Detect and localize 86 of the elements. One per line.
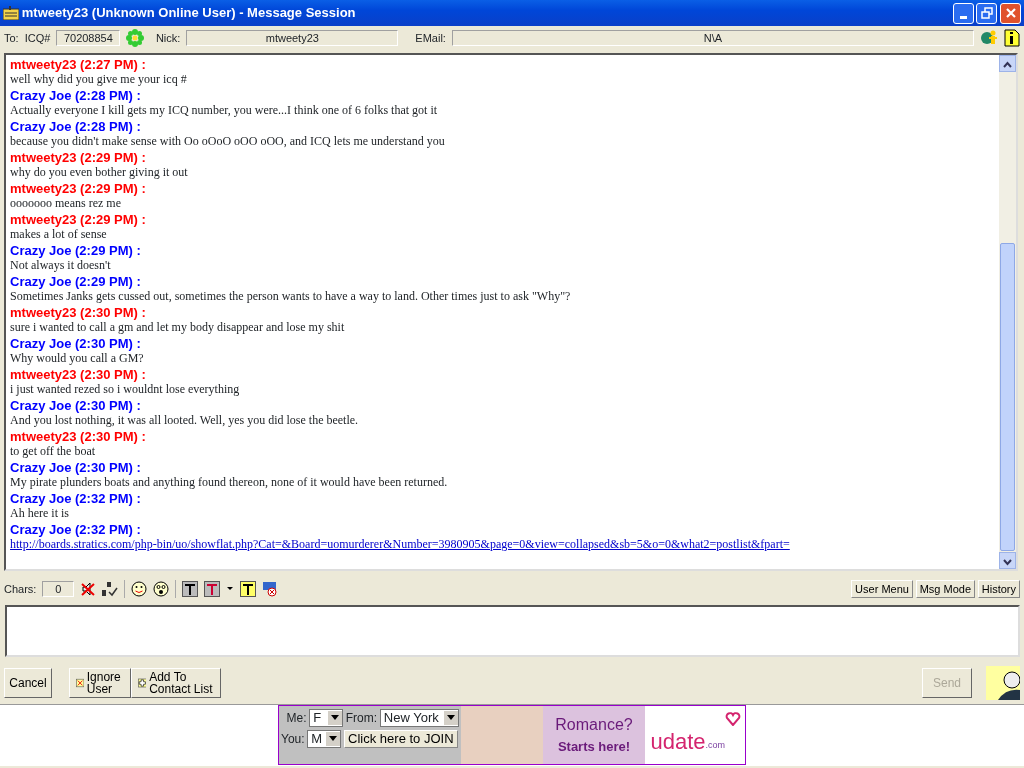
flower-icon xyxy=(126,29,145,47)
scrollbar[interactable] xyxy=(999,54,1016,569)
toolbar-button[interactable]: User Menu xyxy=(851,579,913,598)
message-sender: mtweety23 (2:29 PM) : xyxy=(10,211,147,228)
dropdown-field[interactable]: F xyxy=(309,708,343,727)
message-text: Not always it doesn't xyxy=(10,258,112,274)
message-sender: mtweety23 (2:30 PM) : xyxy=(10,366,147,383)
icq-label: ICQ# xyxy=(24,30,51,46)
heart-icon xyxy=(725,711,742,726)
minimize-button[interactable] xyxy=(952,2,974,24)
message-text: why do you even bother giving it out xyxy=(10,165,189,181)
plus-icon xyxy=(137,675,147,690)
dropdown-field[interactable]: M xyxy=(307,729,342,748)
message-text: Actually everyone I kill gets my ICQ number, you were...I think one of 6 folks that got it xyxy=(10,103,439,119)
clear-format-icon[interactable] xyxy=(262,580,279,597)
message-text: because you didn't make sense with Oo oOoO oOO oOO, and ICQ lets me understand you xyxy=(10,134,446,150)
to-label: To: xyxy=(4,30,19,46)
icq-number-field: 70208854 xyxy=(56,30,121,46)
message-text: Why would you call a GM? xyxy=(10,351,145,367)
window-title: mtweety23 (Unknown Online User) - Message Session xyxy=(21,4,357,23)
caret-icon xyxy=(330,715,339,721)
window-app-icon xyxy=(3,6,19,20)
message-sender: Crazy Joe (2:30 PM) : xyxy=(10,459,142,476)
cancel-button[interactable]: Cancel xyxy=(4,667,52,698)
message-text: well why did you give me your icq # xyxy=(10,72,188,88)
message-sender: Crazy Joe (2:32 PM) : xyxy=(10,490,142,507)
message-text: i just wanted rezed so i wouldnt lose everything xyxy=(10,382,241,398)
text-color-icon[interactable] xyxy=(204,580,221,597)
email-field: N\A xyxy=(451,30,974,46)
message-sender: Crazy Joe (2:30 PM) : xyxy=(10,397,142,414)
message-text: Ah here it is xyxy=(10,506,70,522)
message-text: And you lost nothing, it was all looted. Well, yes you did lose the beetle. xyxy=(10,413,360,429)
restore-icon xyxy=(980,7,993,19)
restore-button[interactable] xyxy=(976,2,998,24)
info-document-icon[interactable] xyxy=(1004,29,1020,47)
toolbar-button[interactable]: Msg Mode xyxy=(915,579,975,598)
message-sender: mtweety23 (2:30 PM) : xyxy=(10,428,147,445)
text-format-icon[interactable] xyxy=(182,580,199,597)
message-sender: Crazy Joe (2:28 PM) : xyxy=(10,87,142,104)
sound-muted-icon[interactable] xyxy=(80,580,97,597)
ad-subline: Starts here! xyxy=(557,738,631,756)
message-sender: mtweety23 (2:29 PM) : xyxy=(10,180,147,197)
close-button[interactable] xyxy=(1000,2,1021,24)
minimize-icon xyxy=(959,15,967,19)
caret-icon xyxy=(329,736,338,741)
advertisement-banner[interactable]: Me: F From: New York You: M Click here to JOIN Romance? Starts here! udate.com xyxy=(278,704,746,765)
message-text: to get off the boat xyxy=(10,444,97,460)
message-text: Sometimes Janks gets cussed out, sometimes the person wants to have a way to land. Other times just to ask "Why"? xyxy=(10,289,572,305)
chars-label: Chars: xyxy=(4,581,37,597)
message-sender: mtweety23 (2:27 PM) : xyxy=(10,56,147,73)
from-label: From: xyxy=(345,709,378,727)
nick-label: Nick: xyxy=(155,30,181,46)
smiley-icon[interactable] xyxy=(131,580,148,597)
add-contact-button[interactable]: Add To Contact List xyxy=(130,667,221,698)
close-icon xyxy=(1004,7,1017,19)
me-label: Me: xyxy=(286,709,307,727)
logo-text: udate xyxy=(650,730,706,753)
toolbar-button[interactable]: History xyxy=(977,579,1020,598)
join-button[interactable]: Click here to JOIN xyxy=(344,729,458,748)
surprised-face-icon[interactable] xyxy=(153,580,170,597)
message-sender: Crazy Joe (2:32 PM) : xyxy=(10,521,142,538)
caret-icon xyxy=(447,715,455,721)
dropdown-field[interactable]: New York xyxy=(379,708,459,727)
avatar-silhouette-icon xyxy=(986,665,1020,700)
ignore-user-button[interactable]: Ignore User xyxy=(68,667,131,698)
message-text: My pirate plunders boats and anything found thereon, none of it would have been returned. xyxy=(10,475,449,491)
message-text: ooooooo means rez me xyxy=(10,196,122,212)
message-sender: Crazy Joe (2:29 PM) : xyxy=(10,273,142,290)
message-sender: Crazy Joe (2:28 PM) : xyxy=(10,118,142,135)
message-text: sure i wanted to call a gm and let my body disappear and lose my shit xyxy=(10,320,346,336)
spell-check-icon[interactable] xyxy=(102,580,119,597)
message-sender: mtweety23 (2:29 PM) : xyxy=(10,149,147,166)
message-text: makes a lot of sense xyxy=(10,227,108,243)
logo-suffix: .com xyxy=(705,740,726,753)
ad-headline: Romance? xyxy=(555,715,633,735)
you-label: You: xyxy=(281,730,305,748)
message-sender: Crazy Joe (2:30 PM) : xyxy=(10,335,142,352)
email-label: EMail: xyxy=(415,30,446,46)
chars-count: 0 xyxy=(42,580,75,597)
message-sender: Crazy Joe (2:29 PM) : xyxy=(10,242,142,259)
message-input[interactable] xyxy=(5,604,1020,657)
globe-person-icon[interactable] xyxy=(980,29,998,47)
highlight-text-icon[interactable] xyxy=(240,580,257,597)
message-sender: mtweety23 (2:30 PM) : xyxy=(10,304,147,321)
message-link[interactable]: http://boards.stratics.com/php-bin/uo/showflat.php?Cat=&Board=uomurderer&Number=3980905&page=0&view=collapsed&sb=5&o=0&what2=postlist&fpart= xyxy=(10,537,790,552)
nick-field: mtweety23 xyxy=(186,30,399,46)
